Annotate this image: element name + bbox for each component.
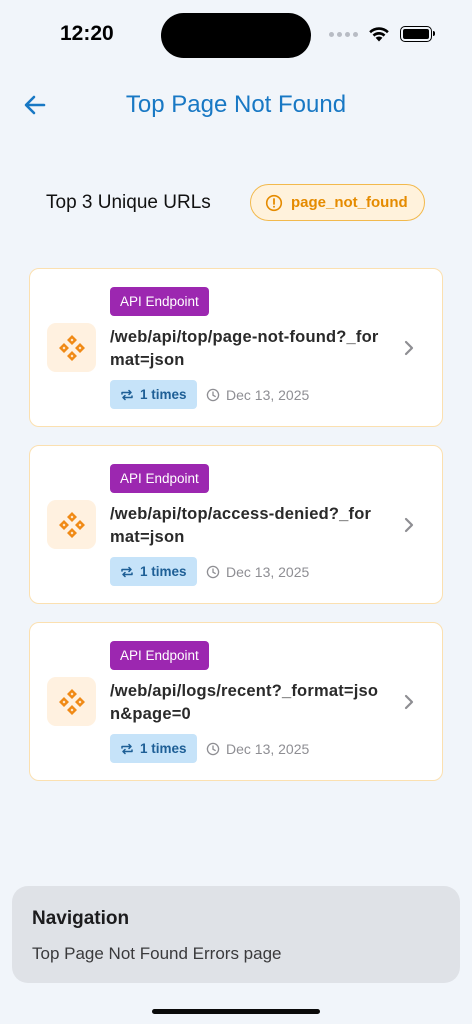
clock-icon <box>206 742 220 755</box>
hit-count-chip: 1 times <box>110 557 197 586</box>
error-type-chip: page_not_found <box>250 184 425 221</box>
date-meta: Dec 13, 2025 <box>206 557 309 586</box>
status-bar: 12:20 <box>0 0 472 70</box>
api-diamond-icon <box>58 334 85 361</box>
endpoint-type-badge: API Endpoint <box>110 641 209 670</box>
signal-icon <box>329 31 358 37</box>
api-icon-box <box>47 500 96 549</box>
chevron-right-icon <box>404 694 414 710</box>
date-meta: Dec 13, 2025 <box>206 380 309 409</box>
error-type-label: page_not_found <box>291 194 408 211</box>
url-card[interactable]: API Endpoint /web/api/top/access-denied?… <box>29 445 443 604</box>
navigation-info-description: Top Page Not Found Errors page <box>32 944 282 963</box>
hit-count-chip: 1 times <box>110 734 197 763</box>
api-icon-box <box>47 677 96 726</box>
card-url: /web/api/top/page-not-found?_format=json <box>110 328 379 369</box>
card-url: /web/api/logs/recent?_format=json&page=0 <box>110 682 379 723</box>
api-diamond-icon <box>58 511 85 538</box>
navigation-info-panel: Navigation Top Page Not Found Errors pag… <box>12 886 460 983</box>
wifi-icon <box>369 27 389 42</box>
app-bar: Top Page Not Found <box>0 82 472 130</box>
endpoint-type-badge: API Endpoint <box>110 464 209 493</box>
url-card[interactable]: API Endpoint /web/api/top/page-not-found… <box>29 268 443 427</box>
repeat-icon <box>121 743 133 754</box>
dynamic-island <box>161 13 311 58</box>
summary-row: Top 3 Unique URLs page_not_found <box>0 183 472 223</box>
endpoint-type-badge: API Endpoint <box>110 287 209 316</box>
date-meta: Dec 13, 2025 <box>206 734 309 763</box>
card-date: Dec 13, 2025 <box>226 740 310 757</box>
alert-circle-icon <box>265 194 283 211</box>
status-icons <box>329 26 435 42</box>
url-card-list: API Endpoint /web/api/top/page-not-found… <box>29 268 443 799</box>
hit-count: 1 times <box>140 564 187 579</box>
repeat-icon <box>121 389 133 400</box>
card-date: Dec 13, 2025 <box>226 386 310 403</box>
battery-icon <box>400 26 435 42</box>
url-card[interactable]: API Endpoint /web/api/logs/recent?_forma… <box>29 622 443 781</box>
hit-count: 1 times <box>140 741 187 756</box>
hit-count: 1 times <box>140 387 187 402</box>
page-title: Top Page Not Found <box>125 91 347 118</box>
clock-icon <box>206 565 220 578</box>
clock-icon <box>206 388 220 401</box>
summary-text: Top 3 Unique URLs <box>46 192 211 213</box>
home-indicator[interactable] <box>152 1009 320 1014</box>
repeat-icon <box>121 566 133 577</box>
api-icon-box <box>47 323 96 372</box>
chevron-right-icon <box>404 517 414 533</box>
hit-count-chip: 1 times <box>110 380 197 409</box>
card-url: /web/api/top/access-denied?_format=json <box>110 505 372 546</box>
status-time: 12:20 <box>60 22 114 45</box>
chevron-right-icon <box>404 340 414 356</box>
api-diamond-icon <box>58 688 85 715</box>
navigation-info-title: Navigation <box>32 908 130 929</box>
card-date: Dec 13, 2025 <box>226 563 310 580</box>
